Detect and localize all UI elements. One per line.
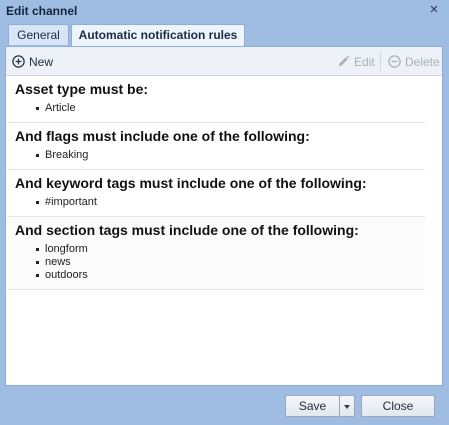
list-item: news	[36, 256, 417, 269]
delete-button[interactable]: Delete	[388, 53, 440, 70]
chevron-down-icon	[344, 404, 350, 409]
pencil-icon	[339, 55, 350, 66]
rules-list: Asset type must be: Article And flags mu…	[7, 76, 425, 290]
edit-channel-dialog: Edit channel × General Automatic notific…	[0, 0, 449, 425]
rule-heading: And section tags must include one of the…	[15, 222, 359, 238]
toolbar-divider	[380, 52, 381, 71]
rule-values: longform news outdoors	[15, 243, 417, 282]
list-item: longform	[36, 243, 417, 256]
rule-values: Article	[15, 102, 417, 115]
list-item: outdoors	[36, 269, 417, 282]
rules-toolbar: New Edit Delete	[6, 47, 442, 76]
edit-button[interactable]: Edit	[337, 53, 375, 70]
rules-panel: New Edit Delete Asset type must be: Arti…	[5, 46, 443, 386]
list-item: #important	[36, 196, 417, 209]
delete-button-label: Delete	[405, 54, 440, 69]
save-button[interactable]: Save	[285, 395, 340, 417]
new-button-label: New	[29, 54, 54, 69]
tab-bar: General Automatic notification rules	[8, 24, 441, 46]
plus-circle-icon	[12, 55, 25, 68]
close-icon[interactable]: ×	[427, 2, 441, 17]
rule-section-tags[interactable]: And section tags must include one of the…	[7, 217, 425, 290]
rule-heading: Asset type must be:	[15, 81, 149, 97]
close-button[interactable]: Close	[361, 395, 435, 417]
edit-button-label: Edit	[354, 54, 375, 69]
tab-general[interactable]: General	[8, 24, 69, 45]
new-button[interactable]: New	[12, 53, 53, 70]
rule-heading: And flags must include one of the follow…	[15, 128, 310, 144]
rule-values: #important	[15, 196, 417, 209]
dialog-title: Edit channel	[6, 4, 78, 18]
rule-flags[interactable]: And flags must include one of the follow…	[7, 123, 425, 170]
minus-circle-icon	[388, 55, 401, 68]
save-options-dropdown[interactable]	[339, 395, 355, 417]
rule-values: Breaking	[15, 149, 417, 162]
dialog-titlebar: Edit channel ×	[0, 0, 449, 22]
list-item: Article	[36, 102, 417, 115]
tab-automatic-notification-rules[interactable]: Automatic notification rules	[71, 24, 245, 46]
rule-keyword-tags[interactable]: And keyword tags must include one of the…	[7, 170, 425, 217]
rule-asset-type[interactable]: Asset type must be: Article	[7, 76, 425, 123]
list-item: Breaking	[36, 149, 417, 162]
rule-heading: And keyword tags must include one of the…	[15, 175, 367, 191]
